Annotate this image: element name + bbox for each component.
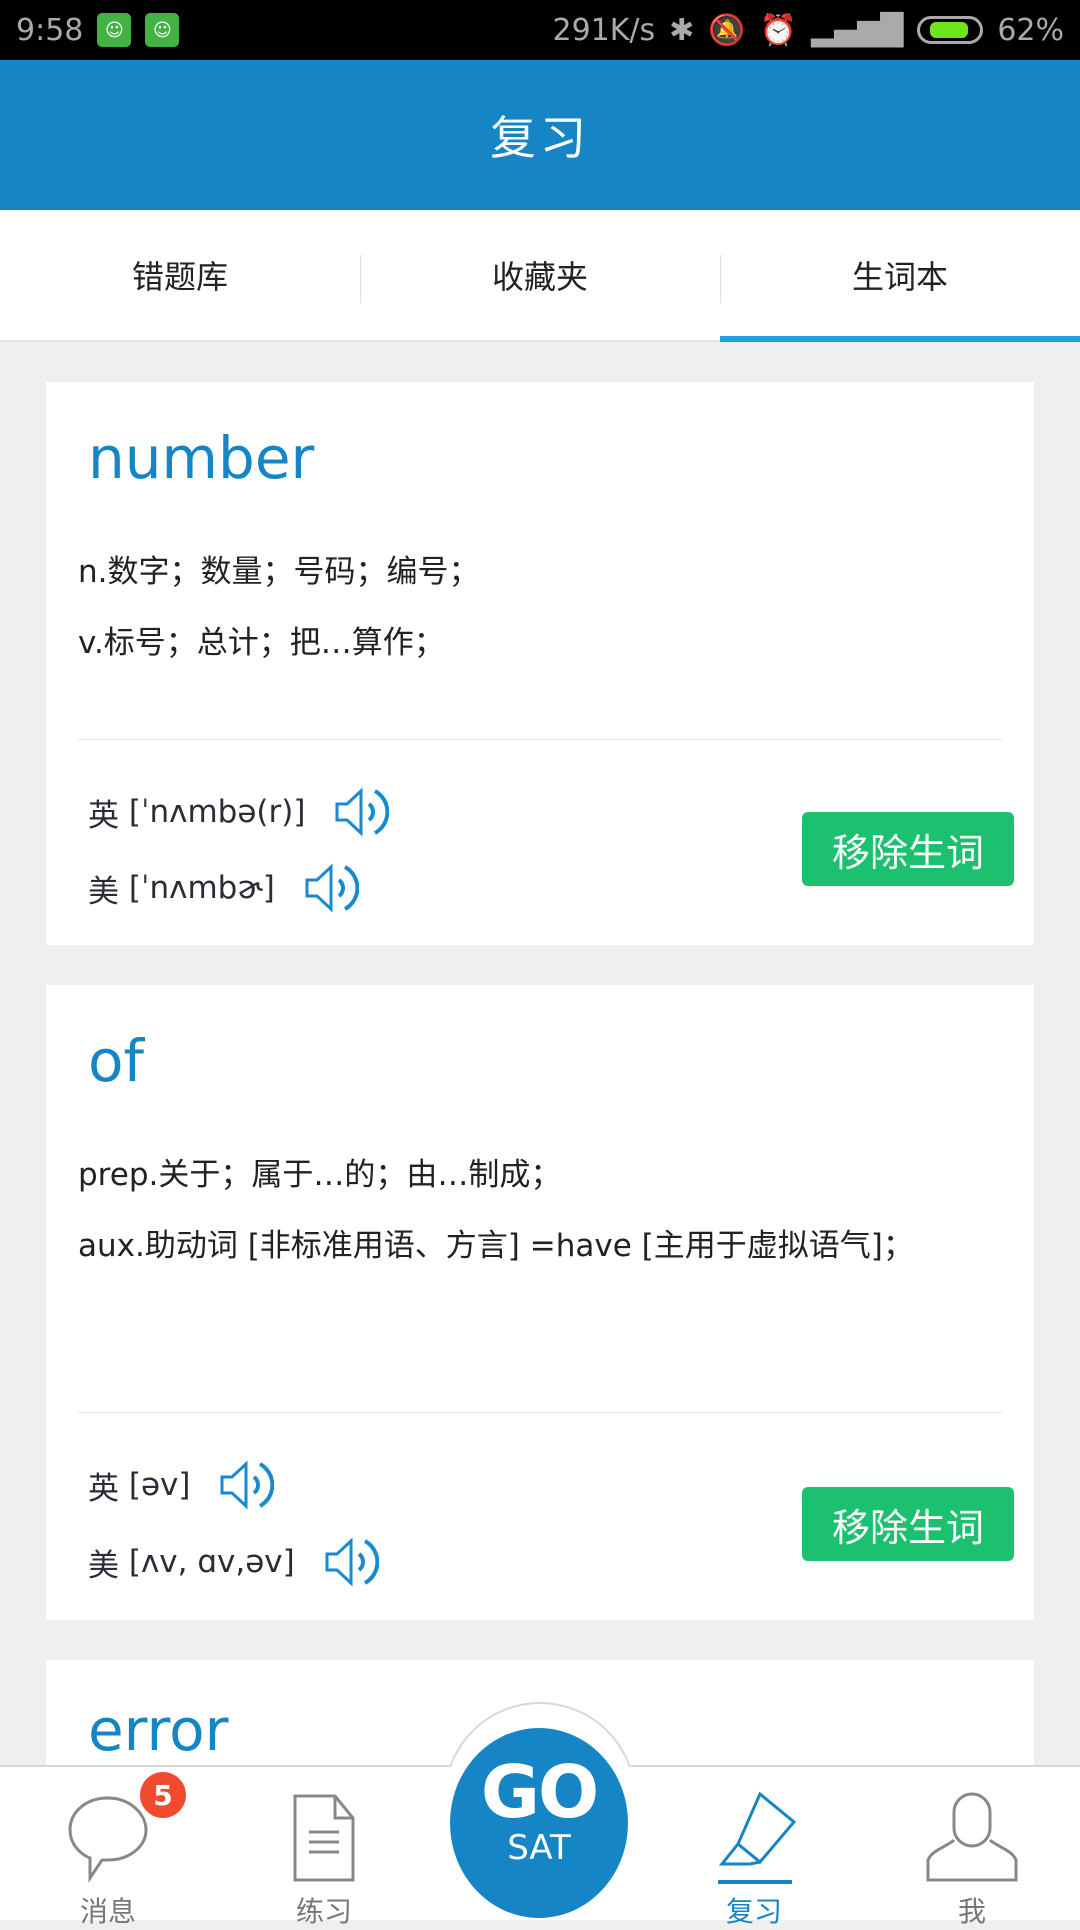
tab-favorites[interactable]: 收藏夹	[360, 210, 720, 340]
notification-badge: 5	[140, 1772, 186, 1818]
signal-icon: ▂▄▆█	[811, 12, 904, 48]
definition: n.数字；数量；号码；编号；	[78, 554, 480, 590]
chat-bubble-icon	[68, 1796, 148, 1883]
nav-label: 消息	[79, 1895, 136, 1928]
ipa: [ʌv, ɑv,əv]	[128, 1544, 295, 1580]
go-label: GO	[480, 1750, 599, 1834]
word: number	[88, 424, 315, 492]
pronunciation-us: 美 [ˈnʌmbɚ]	[88, 862, 359, 914]
definition: aux.助动词 [非标准用语、方言] =have [主用于虚拟语气]；	[78, 1228, 914, 1264]
label: 美	[88, 1547, 119, 1584]
divider	[78, 1412, 1002, 1413]
word-card: of prep.关于；属于…的；由…制成； aux.助动词 [非标准用语、方言]…	[46, 985, 1034, 1620]
highlighter-icon	[718, 1791, 797, 1884]
speaker-icon[interactable]	[323, 1536, 379, 1588]
remove-word-button[interactable]: 移除生词	[802, 812, 1014, 886]
speaker-icon[interactable]	[333, 786, 390, 838]
nav-label: 练习	[295, 1895, 352, 1928]
nav-review[interactable]: 复习	[694, 1790, 814, 1930]
clock: 9:58	[16, 12, 84, 48]
sat-label: SAT	[507, 1828, 571, 1868]
nav-label: 复习	[725, 1895, 782, 1928]
nav-practice[interactable]: 练习	[264, 1790, 384, 1930]
remove-word-button[interactable]: 移除生词	[802, 1487, 1014, 1561]
go-sat-button[interactable]: GO SAT	[450, 1728, 628, 1918]
app-notification-icon: ☺	[97, 13, 132, 47]
battery-icon	[917, 16, 984, 44]
definition: v.标号；总计；把…算作；	[78, 625, 445, 661]
app-notification-icon: ☺	[145, 13, 180, 47]
label: 美	[88, 873, 119, 910]
user-icon	[926, 1792, 1018, 1882]
status-bar: 9:58 ☺ ☺ 291K/s ✱ 🔕 ⏰ ▂▄▆█ 62%	[0, 0, 1080, 60]
alarm-icon: ⏰	[759, 12, 798, 48]
document-icon	[293, 1794, 355, 1882]
page-title: 复习	[0, 60, 1080, 210]
mute-icon: 🔕	[708, 12, 746, 48]
bluetooth-icon: ✱	[669, 12, 695, 48]
pronunciation-us: 美 [ʌv, ɑv,əv]	[88, 1536, 379, 1588]
pronunciation-uk: 英 [əv]	[88, 1459, 275, 1511]
tab-vocabulary[interactable]: 生词本	[720, 210, 1080, 342]
speaker-icon[interactable]	[303, 862, 359, 914]
label: 英	[88, 1470, 119, 1507]
definitions: n.数字；数量；号码；编号； v.标号；总计；把…算作；	[78, 537, 978, 679]
tab-wrong-questions[interactable]: 错题库	[0, 210, 360, 340]
ipa: [ˈnʌmbə(r)]	[128, 794, 306, 830]
tab-bar: 错题库 收藏夹 生词本	[0, 210, 1080, 342]
network-speed: 291K/s	[552, 12, 656, 48]
word: of	[88, 1027, 144, 1095]
ipa: [ˈnʌmbɚ]	[128, 870, 275, 906]
battery-percent: 62%	[997, 12, 1064, 48]
label: 英	[88, 797, 119, 834]
definitions: prep.关于；属于…的；由…制成； aux.助动词 [非标准用语、方言] =h…	[78, 1140, 978, 1282]
nav-label: 我	[957, 1895, 986, 1928]
word: error	[88, 1696, 229, 1764]
definition: prep.关于；属于…的；由…制成；	[78, 1157, 562, 1193]
ipa: [əv]	[128, 1467, 191, 1503]
nav-me[interactable]: 我	[912, 1790, 1032, 1930]
divider	[78, 739, 1002, 740]
speaker-icon[interactable]	[218, 1459, 275, 1511]
word-card: number n.数字；数量；号码；编号； v.标号；总计；把…算作； 英 [ˈ…	[46, 382, 1034, 945]
pronunciation-uk: 英 [ˈnʌmbə(r)]	[88, 786, 390, 838]
